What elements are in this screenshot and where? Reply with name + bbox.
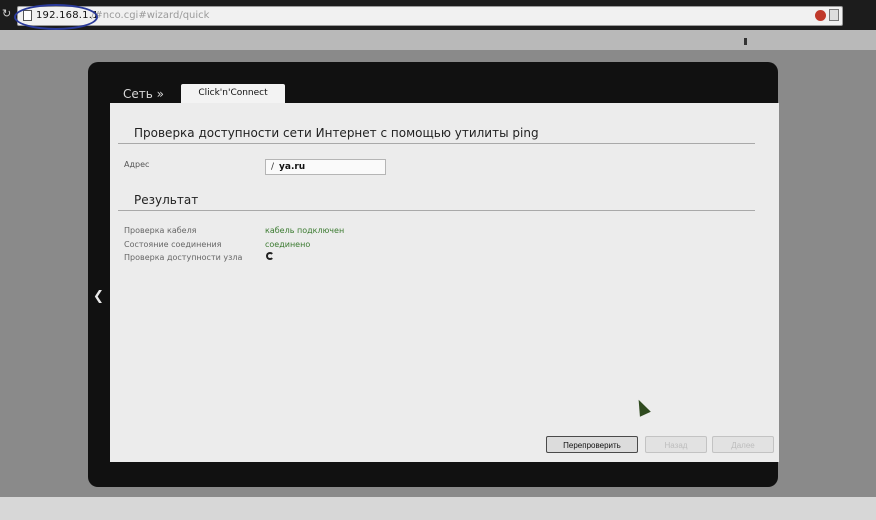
section-title: Проверка доступности сети Интернет с пом…	[134, 126, 539, 140]
next-button[interactable]: Далее	[712, 436, 774, 453]
address-value: ya.ru	[279, 162, 306, 172]
text-cursor-icon: /	[271, 162, 275, 172]
host-check-label: Проверка доступности узла	[124, 253, 243, 262]
chevron-left-icon[interactable]: ❮	[93, 290, 104, 304]
url-highlight-circle	[14, 4, 98, 30]
address-label: Адрес	[124, 160, 150, 169]
extension-icon[interactable]	[829, 9, 839, 21]
page-footer-band	[0, 497, 876, 520]
url-path: /#nco.cgi#wizard/quick	[91, 10, 210, 21]
back-button[interactable]: Назад	[645, 436, 707, 453]
address-field[interactable]: / ya.ru	[265, 159, 386, 175]
cable-check-label: Проверка кабеля	[124, 226, 197, 235]
address-bar[interactable]: 192.168.1.1 /#nco.cgi#wizard/quick	[17, 6, 843, 26]
recheck-button[interactable]: Перепроверить	[546, 436, 638, 453]
connection-state-label: Состояние соединения	[124, 240, 222, 249]
cable-check-value: кабель подключен	[265, 226, 345, 235]
record-icon[interactable]	[815, 10, 826, 21]
divider	[118, 210, 755, 211]
reload-icon[interactable]: ↻	[2, 8, 12, 20]
scroll-marker	[744, 38, 747, 45]
browser-toolbar: ↻ 192.168.1.1 /#nco.cgi#wizard/quick	[0, 0, 876, 30]
connection-state-value: соединено	[265, 240, 311, 249]
tab-network[interactable]: Сеть »	[123, 86, 164, 102]
divider	[118, 143, 755, 144]
content-panel	[110, 103, 779, 462]
loading-spinner-icon	[266, 252, 274, 260]
tab-click-n-connect[interactable]: Click'n'Connect	[181, 84, 285, 104]
results-title: Результат	[134, 193, 199, 207]
